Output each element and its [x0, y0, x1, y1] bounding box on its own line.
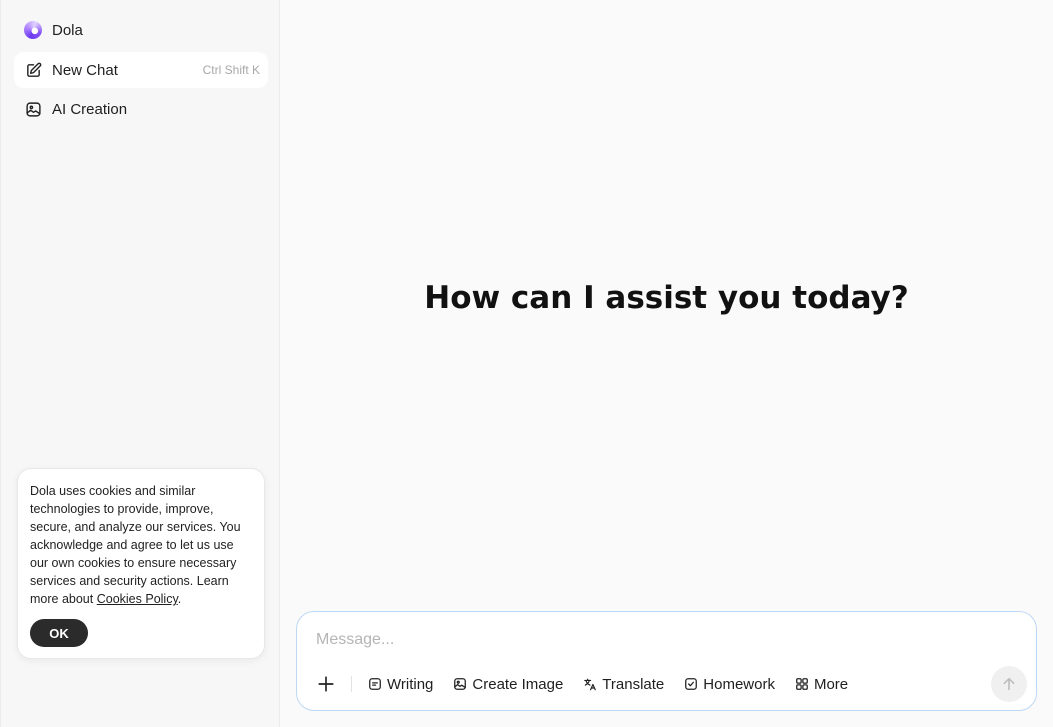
dola-logo-icon: [24, 21, 42, 39]
cookie-message: Dola uses cookies and similar technologi…: [30, 484, 241, 606]
translate-button[interactable]: Translate: [583, 676, 664, 693]
cookie-ok-button[interactable]: OK: [30, 619, 88, 647]
sidebar-item-label: Dola: [52, 21, 83, 39]
cookie-period: .: [177, 592, 182, 606]
homework-button[interactable]: Homework: [684, 676, 775, 693]
create-image-label: Create Image: [472, 675, 564, 693]
sidebar: Dola New Chat Ctrl Shift K AI Creation D…: [0, 0, 280, 727]
edit-icon: [24, 61, 42, 79]
arrow-up-icon: [1003, 677, 1015, 691]
send-button[interactable]: [991, 666, 1027, 702]
cookie-banner: Dola uses cookies and similar technologi…: [17, 468, 265, 659]
translate-icon: [583, 677, 597, 691]
sidebar-item-new-chat[interactable]: New Chat Ctrl Shift K: [14, 52, 268, 88]
composer-toolbar: Writing Create Image Translate Homework: [315, 672, 868, 696]
sidebar-item-label: AI Creation: [52, 100, 128, 118]
attach-button[interactable]: [315, 673, 337, 695]
cookie-text: Dola uses cookies and similar technologi…: [30, 482, 252, 608]
homework-icon: [684, 677, 698, 691]
main-area: How can I assist you today? Writing Crea…: [280, 0, 1053, 727]
message-input[interactable]: [316, 628, 966, 652]
image-icon: [453, 677, 467, 691]
toolbar-divider: [351, 676, 352, 692]
writing-button[interactable]: Writing: [368, 676, 433, 693]
grid-icon: [795, 677, 809, 691]
sidebar-item-ai-creation[interactable]: AI Creation: [14, 91, 268, 127]
cookies-policy-link[interactable]: Cookies Policy: [97, 592, 178, 606]
writing-label: Writing: [387, 675, 434, 693]
greeting-title: How can I assist you today?: [424, 280, 909, 316]
message-composer: Writing Create Image Translate Homework: [296, 611, 1037, 711]
homework-label: Homework: [703, 675, 775, 693]
shortcut-hint: Ctrl Shift K: [202, 63, 260, 77]
translate-label: Translate: [602, 675, 665, 693]
more-label: More: [813, 675, 849, 693]
sidebar-item-label: New Chat: [52, 61, 118, 79]
writing-icon: [368, 677, 382, 691]
image-icon: [24, 100, 42, 118]
create-image-button[interactable]: Create Image: [453, 676, 563, 693]
plus-icon: [318, 676, 334, 692]
sidebar-item-dola[interactable]: Dola: [14, 12, 268, 48]
more-button[interactable]: More: [795, 676, 848, 693]
